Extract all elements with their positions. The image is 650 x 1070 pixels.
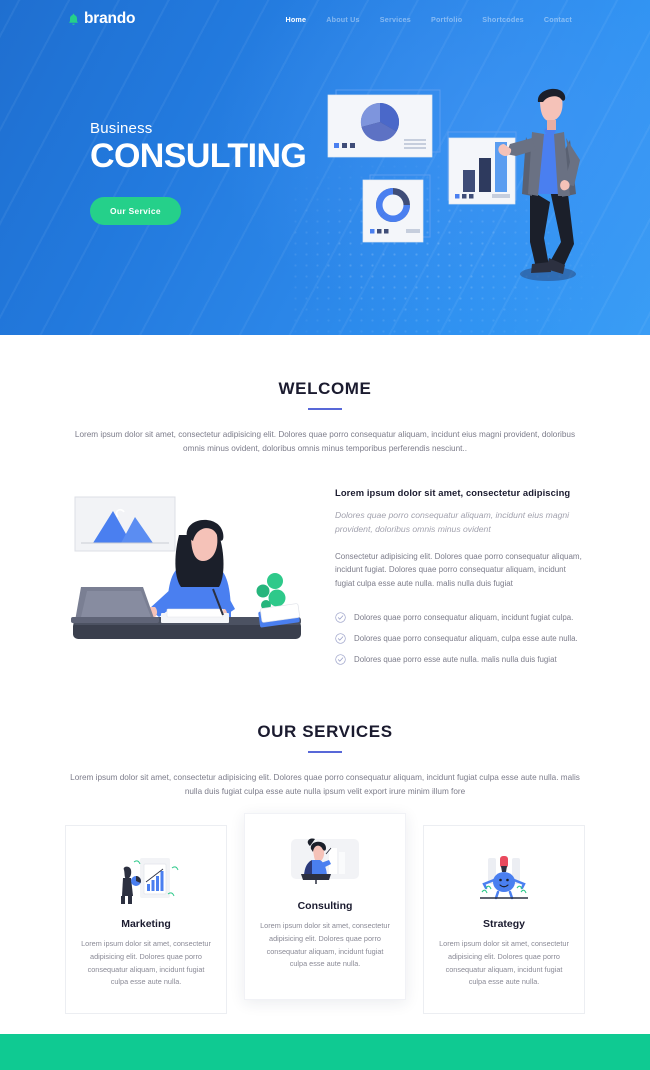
nav-item-portfolio[interactable]: Portfolio <box>421 15 472 24</box>
service-card-title: Strategy <box>482 918 525 931</box>
consulting-presenter-icon <box>291 839 359 885</box>
service-card-text: Lorem ipsum dolor sit amet, consectetur … <box>260 921 390 969</box>
bell-icon <box>69 13 78 25</box>
site-header: brando Home About Us Services Portfolio … <box>0 0 650 38</box>
check-circle-icon <box>335 612 346 623</box>
welcome-divider <box>308 408 342 410</box>
nav-item-shortcodes[interactable]: Shortcodes <box>472 15 534 24</box>
welcome-feature-list: Dolores quae porro consequatur aliquam, … <box>335 607 587 670</box>
check-circle-icon <box>335 633 346 644</box>
hero-title: CONSULTING <box>90 137 307 175</box>
brand-logo[interactable]: brando <box>68 10 136 28</box>
welcome-header: WELCOME <box>0 379 650 410</box>
service-card-text: Lorem ipsum dolor sit amet, consectetur … <box>81 939 211 987</box>
hero-copy: Business CONSULTING Our Service <box>90 120 307 225</box>
list-item: Dolores quae porro esse aute nulla. mali… <box>335 649 587 670</box>
main-navigation: Home About Us Services Portfolio Shortco… <box>275 15 582 24</box>
services-section: OUR SERVICES Lorem ipsum dolor sit amet,… <box>0 669 650 1034</box>
service-card-strategy[interactable]: Strategy Lorem ipsum dolor sit amet, con… <box>423 825 585 1014</box>
welcome-text-column: Lorem ipsum dolor sit amet, consectetur … <box>335 483 587 670</box>
welcome-heading: Lorem ipsum dolor sit amet, consectetur … <box>335 486 571 498</box>
list-item-label: Dolores quae porro esse aute nulla. mali… <box>354 654 557 664</box>
marketing-chart-icon <box>121 858 179 905</box>
landing-page: brando Home About Us Services Portfolio … <box>0 0 650 1070</box>
service-card-title: Marketing <box>121 918 171 931</box>
strategy-character-icon <box>480 856 528 900</box>
nav-item-services[interactable]: Services <box>370 15 421 24</box>
list-item: Dolores quae porro consequatur aliquam, … <box>335 628 587 649</box>
hero-subtitle: Business <box>90 120 153 137</box>
list-item: Dolores quae porro consequatur aliquam, … <box>335 607 587 628</box>
service-card-consulting[interactable]: Consulting Lorem ipsum dolor sit amet, c… <box>244 813 406 1000</box>
pie-chart-glyph <box>360 102 400 142</box>
strategy-card-art <box>438 852 570 908</box>
welcome-title: WELCOME <box>278 379 372 398</box>
service-card-text: Lorem ipsum dolor sit amet, consectetur … <box>439 939 569 987</box>
consulting-card-art <box>259 834 391 890</box>
welcome-lead: Dolores quae porro consequatur aliquam, … <box>335 509 570 534</box>
services-header: OUR SERVICES <box>0 722 650 753</box>
donut-chart-glyph <box>376 188 410 222</box>
services-divider <box>308 750 342 753</box>
nav-item-about-us[interactable]: About Us <box>316 15 370 24</box>
our-service-button[interactable]: Our Service <box>90 196 181 225</box>
welcome-body: Lorem ipsum dolor sit amet, consectetur … <box>63 483 587 670</box>
services-description: Lorem ipsum dolor sit amet, consectetur … <box>70 772 580 797</box>
hero-illustration <box>327 88 580 281</box>
marketing-card-art <box>80 852 212 908</box>
brand-name: brando <box>84 10 136 27</box>
list-item-label: Dolores quae porro consequatur aliquam, … <box>354 612 574 622</box>
service-card-title: Consulting <box>297 900 353 913</box>
nav-item-contact[interactable]: Contact <box>534 15 582 24</box>
list-item-label: Dolores quae porro consequatur aliquam, … <box>354 633 578 643</box>
woman-at-desk-illustration <box>71 496 301 639</box>
service-cards: Marketing Lorem ipsum dolor sit amet, co… <box>65 813 585 1014</box>
services-title: OUR SERVICES <box>257 721 393 741</box>
welcome-description: Lorem ipsum dolor sit amet, consectetur … <box>74 430 576 454</box>
nav-item-home[interactable]: Home <box>275 15 316 24</box>
service-card-marketing[interactable]: Marketing Lorem ipsum dolor sit amet, co… <box>65 825 227 1014</box>
hero-section: brando Home About Us Services Portfolio … <box>0 0 650 335</box>
welcome-paragraph: Consectetur adipisicing elit. Dolores qu… <box>335 551 582 589</box>
welcome-section: WELCOME Lorem ipsum dolor sit amet, cons… <box>0 335 650 670</box>
check-circle-icon <box>335 654 346 665</box>
clients-section: CLIENTS Lorem ipsum dolor sit amet, cons… <box>0 1033 650 1070</box>
